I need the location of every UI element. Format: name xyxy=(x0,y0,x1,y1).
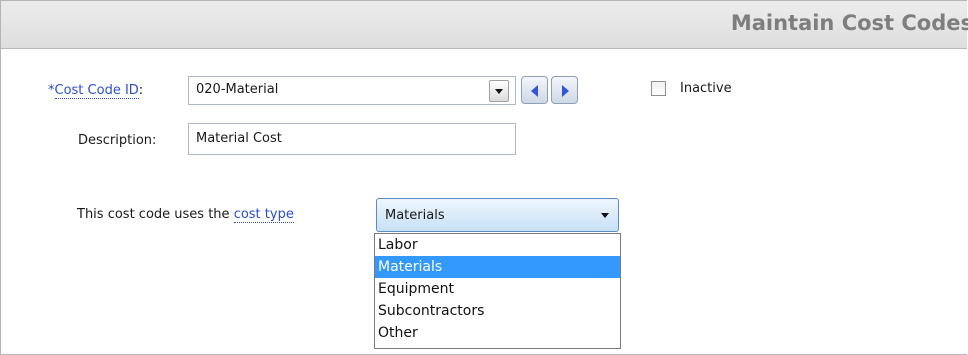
header-bar: Maintain Cost Codes xyxy=(1,1,968,49)
chevron-down-icon xyxy=(495,89,503,94)
form-frame: Maintain Cost Codes *Cost Code ID: 020-M… xyxy=(0,0,968,355)
cost-type-prefix: This cost code uses the xyxy=(77,207,230,222)
next-record-button[interactable] xyxy=(551,76,578,104)
inactive-label: Inactive xyxy=(680,81,732,96)
inactive-checkbox[interactable] xyxy=(651,81,666,96)
cost-code-dropdown-button[interactable] xyxy=(489,80,509,102)
description-value: Material Cost xyxy=(196,131,282,146)
description-label: Description: xyxy=(78,133,157,148)
cost-type-dropdown-list: Labor Materials Equipment Subcontractors… xyxy=(374,233,621,349)
page-title: Maintain Cost Codes xyxy=(730,11,968,35)
cost-type-option-equipment[interactable]: Equipment xyxy=(375,278,620,300)
cost-type-label: This cost code uses the cost type xyxy=(77,207,294,223)
cost-code-id-colon: : xyxy=(138,83,144,98)
cost-type-option-materials[interactable]: Materials xyxy=(375,256,620,278)
cost-code-id-value: 020-Material xyxy=(196,82,279,97)
arrow-left-icon xyxy=(531,85,538,97)
cost-code-id-link[interactable]: Cost Code ID xyxy=(54,83,139,99)
arrow-right-icon xyxy=(562,85,569,97)
cost-type-select[interactable]: Materials xyxy=(376,198,619,232)
cost-type-selected-value: Materials xyxy=(385,208,445,223)
cost-type-option-subcontractors[interactable]: Subcontractors xyxy=(375,300,620,322)
required-marker: * xyxy=(48,83,55,98)
chevron-down-icon xyxy=(601,213,609,218)
cost-type-option-other[interactable]: Other xyxy=(375,322,620,344)
cost-code-id-label: *Cost Code ID: xyxy=(48,83,144,99)
cost-type-link[interactable]: cost type xyxy=(233,207,294,223)
previous-record-button[interactable] xyxy=(521,76,548,104)
cost-code-id-input[interactable]: 020-Material xyxy=(188,76,516,105)
cost-type-option-labor[interactable]: Labor xyxy=(375,234,620,256)
description-input[interactable]: Material Cost xyxy=(188,123,516,155)
